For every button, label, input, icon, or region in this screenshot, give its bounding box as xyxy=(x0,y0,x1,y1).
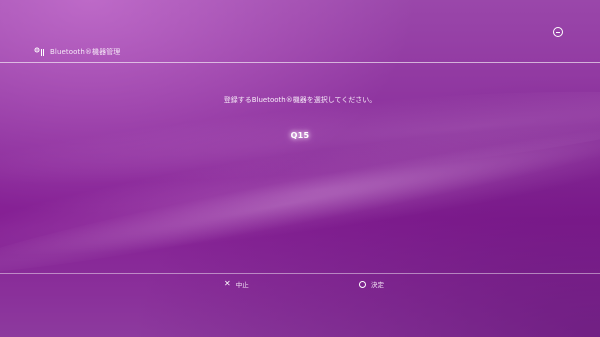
device-list-item[interactable]: Q15 xyxy=(0,131,600,140)
instruction-text: 登録するBluetooth®機器を選択してください。 xyxy=(223,96,377,104)
cancel-button[interactable]: ✕ 中止 xyxy=(224,279,249,290)
header-divider xyxy=(0,62,600,63)
page-header: Bluetooth®機器管理 xyxy=(34,47,120,57)
bluetooth-settings-icon xyxy=(34,47,46,57)
minus-circle-icon[interactable] xyxy=(553,27,563,37)
footer-divider xyxy=(0,273,600,274)
confirm-button[interactable]: 決定 xyxy=(359,279,384,289)
cancel-label: 中止 xyxy=(235,281,249,289)
cross-icon: ✕ xyxy=(224,279,231,288)
page-title: Bluetooth®機器管理 xyxy=(50,48,121,56)
circle-icon xyxy=(359,280,366,288)
confirm-label: 決定 xyxy=(371,281,384,289)
